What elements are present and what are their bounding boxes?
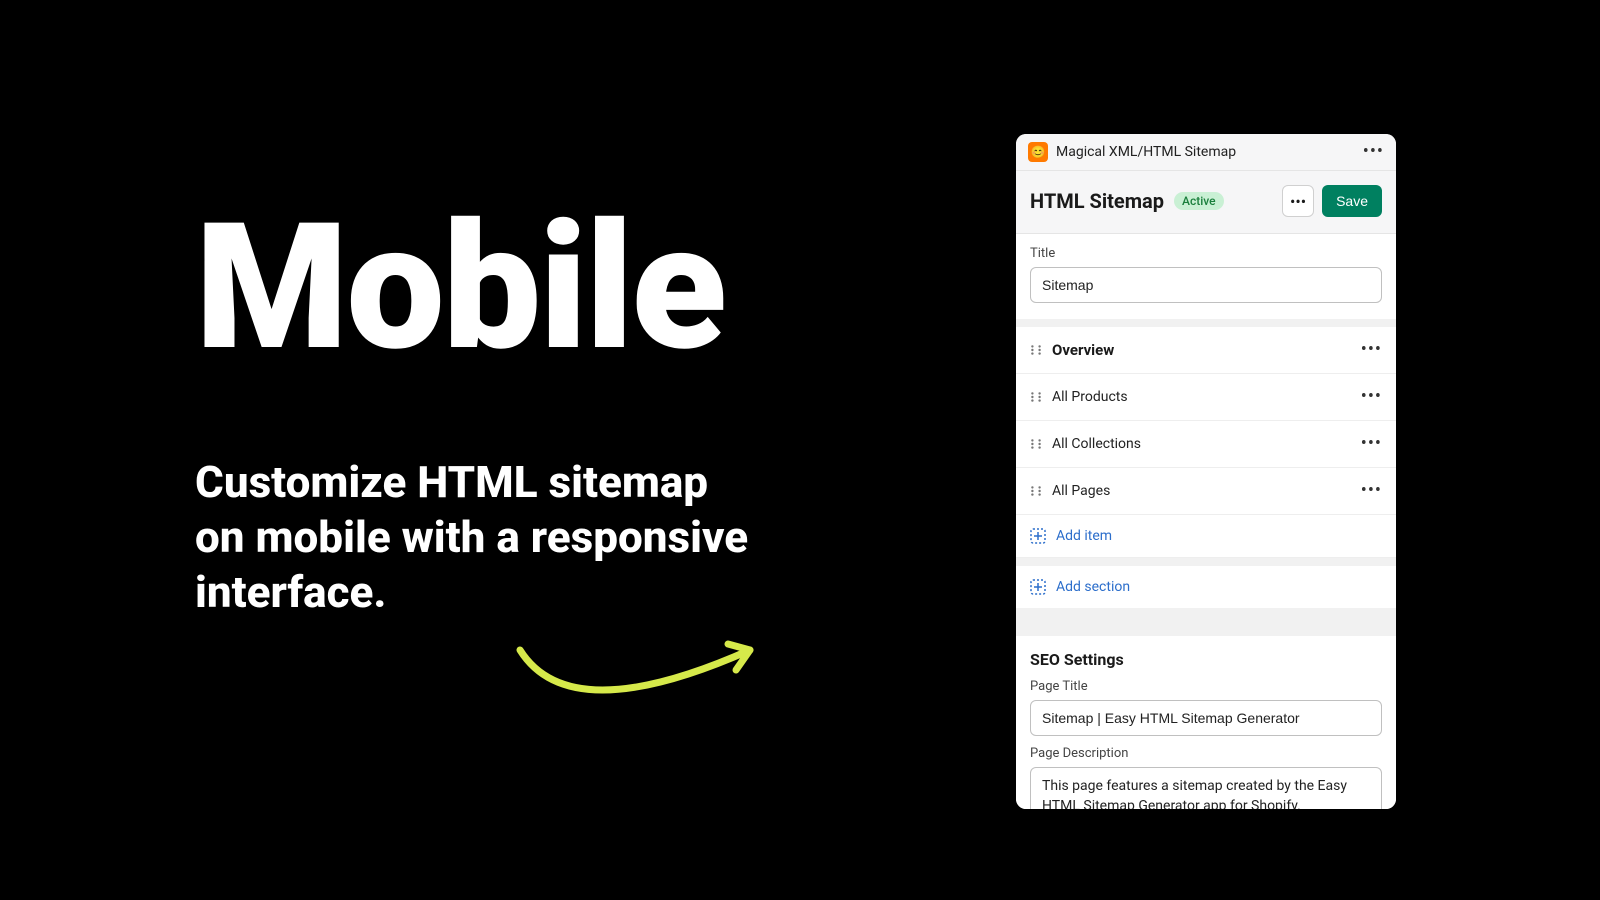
list-item[interactable]: All Pages •••: [1016, 468, 1396, 515]
add-section-icon: [1030, 579, 1046, 595]
list-item-label: All Pages: [1052, 483, 1110, 499]
list-item[interactable]: All Collections •••: [1016, 421, 1396, 468]
app-logo-glyph: 😊: [1031, 145, 1046, 159]
arrow-icon: [510, 620, 770, 720]
seo-page-desc-input[interactable]: [1030, 767, 1382, 809]
add-section-button[interactable]: Add section: [1016, 566, 1396, 608]
list-item-label: All Collections: [1052, 436, 1141, 452]
drag-handle-icon[interactable]: [1030, 391, 1042, 403]
promo-block: Mobile Customize HTML sitemap on mobile …: [195, 200, 755, 620]
app-bar-left: 😊 Magical XML/HTML Sitemap: [1028, 142, 1236, 162]
title-section: Title: [1016, 234, 1396, 319]
app-name: Magical XML/HTML Sitemap: [1056, 144, 1236, 160]
row-more-icon[interactable]: •••: [1361, 435, 1382, 453]
row-more-icon[interactable]: •••: [1361, 388, 1382, 406]
list-item-label: All Products: [1052, 389, 1128, 405]
row-more-icon[interactable]: •••: [1361, 341, 1382, 359]
drag-handle-icon[interactable]: [1030, 344, 1042, 356]
page-header-left: HTML Sitemap Active: [1030, 189, 1224, 213]
divider: [1016, 608, 1396, 636]
page-title: HTML Sitemap: [1030, 189, 1164, 213]
status-badge: Active: [1174, 192, 1224, 210]
row-more-icon[interactable]: •••: [1361, 482, 1382, 500]
seo-page-title-input[interactable]: [1030, 700, 1382, 736]
divider: [1016, 558, 1396, 566]
drag-handle-icon[interactable]: [1030, 438, 1042, 450]
add-item-icon: [1030, 528, 1046, 544]
seo-page-title-section: Page Title: [1016, 669, 1396, 746]
section-row-overview[interactable]: Overview •••: [1016, 327, 1396, 374]
add-item-label: Add item: [1056, 528, 1112, 544]
page-header: HTML Sitemap Active ••• Save: [1016, 171, 1396, 234]
more-dots-icon: •••: [1290, 192, 1306, 211]
seo-heading: SEO Settings: [1016, 636, 1396, 669]
save-button[interactable]: Save: [1322, 185, 1382, 217]
page-header-actions: ••• Save: [1282, 185, 1382, 217]
seo-page-desc-label: Page Description: [1030, 746, 1382, 761]
list-item[interactable]: All Products •••: [1016, 374, 1396, 421]
drag-handle-icon[interactable]: [1030, 485, 1042, 497]
app-bar: 😊 Magical XML/HTML Sitemap •••: [1016, 134, 1396, 171]
seo-page-title-label: Page Title: [1030, 679, 1382, 694]
promo-subtitle: Customize HTML sitemap on mobile with a …: [195, 455, 755, 620]
app-logo-icon: 😊: [1028, 142, 1048, 162]
add-section-label: Add section: [1056, 579, 1130, 595]
app-panel: 😊 Magical XML/HTML Sitemap ••• HTML Site…: [1016, 134, 1396, 809]
title-label: Title: [1030, 246, 1382, 261]
add-item-button[interactable]: Add item: [1016, 515, 1396, 558]
promo-title: Mobile: [195, 200, 755, 375]
app-bar-more-icon[interactable]: •••: [1363, 143, 1384, 161]
section-row-title: Overview: [1052, 341, 1114, 359]
divider: [1016, 319, 1396, 327]
title-input[interactable]: [1030, 267, 1382, 303]
more-actions-button[interactable]: •••: [1282, 185, 1314, 217]
seo-page-desc-section: Page Description: [1016, 746, 1396, 809]
